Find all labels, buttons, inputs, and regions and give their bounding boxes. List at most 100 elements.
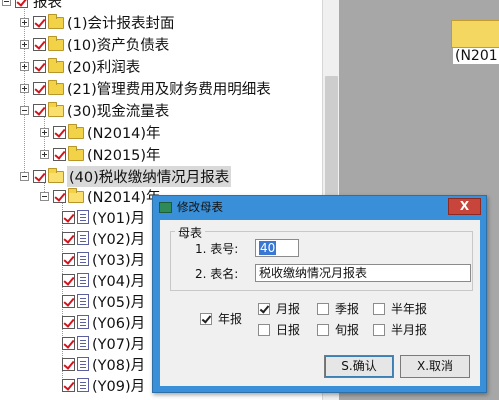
tree-item-label: (Y04)月: [92, 273, 146, 290]
checkbox-checked-icon[interactable]: [62, 336, 75, 350]
tree-item-cover[interactable]: (1)会计报表封面: [20, 11, 175, 33]
tree-item-cash-flow[interactable]: (30)现金流量表: [20, 99, 169, 121]
table-name-row: 2. 表名: 税收缴纳情况月报表: [195, 264, 471, 282]
checkbox-checked-icon[interactable]: [258, 302, 270, 315]
tree-item-label: (40)税收缴纳情况月报表: [67, 165, 232, 187]
half-yearly-checkbox[interactable]: 半年报: [373, 300, 427, 317]
tree-item-month[interactable]: (Y04)月: [62, 269, 145, 291]
close-button[interactable]: X: [448, 198, 481, 215]
checkbox-checked-icon[interactable]: [62, 210, 75, 224]
checkbox-checked-icon[interactable]: [53, 147, 66, 161]
yearly-checkbox[interactable]: 年报: [200, 310, 242, 327]
tree-item-month[interactable]: (Y01)月: [62, 206, 145, 228]
expand-icon[interactable]: [20, 17, 29, 27]
folder-icon: [48, 35, 64, 51]
tree-item-month[interactable]: (Y06)月: [62, 311, 145, 333]
tree-item-month[interactable]: (Y03)月: [62, 248, 145, 270]
app-icon: [159, 201, 172, 213]
half-monthly-checkbox[interactable]: 半月报: [373, 321, 427, 338]
checkbox-checked-icon[interactable]: [33, 169, 46, 183]
tree-item-tax-monthly[interactable]: (40)税收缴纳情况月报表: [20, 165, 232, 187]
tree-item-balance-sheet[interactable]: (10)资产负债表: [20, 33, 169, 55]
folder-open-icon: [48, 101, 64, 117]
document-icon: [77, 231, 89, 245]
checkbox-unchecked-icon[interactable]: [317, 302, 329, 315]
ten-day-checkbox[interactable]: 旬报: [317, 321, 359, 338]
checkbox-checked-icon[interactable]: [33, 81, 46, 95]
document-icon: [77, 252, 89, 266]
checkbox-checked-icon[interactable]: [62, 231, 75, 245]
expand-icon[interactable]: [40, 149, 49, 159]
collapse-icon[interactable]: [2, 0, 11, 6]
folder-icon: [48, 57, 64, 73]
cancel-button[interactable]: X.取消: [400, 355, 470, 378]
tree-item-expense-detail[interactable]: (21)管理费用及财务费用明细表: [20, 77, 271, 99]
checkbox-unchecked-icon[interactable]: [373, 323, 385, 336]
checkbox-checked-icon[interactable]: [62, 378, 75, 392]
checkbox-checked-icon[interactable]: [53, 189, 66, 203]
monthly-label: 月报: [276, 302, 301, 316]
checkbox-checked-icon[interactable]: [53, 125, 66, 139]
folder-open-icon: [48, 167, 64, 183]
quarterly-label: 季报: [335, 302, 360, 316]
document-icon: [77, 315, 89, 329]
tree-item-label: (Y09)月: [92, 378, 146, 395]
document-icon: [77, 378, 89, 392]
tree-item-label: (1)会计报表封面: [67, 15, 175, 32]
expand-icon[interactable]: [20, 61, 29, 71]
tree-item-label: (N2014)年: [87, 189, 161, 206]
expand-icon[interactable]: [20, 83, 29, 93]
confirm-button[interactable]: S.确认: [324, 355, 394, 378]
collapse-icon[interactable]: [40, 191, 49, 201]
checkbox-unchecked-icon[interactable]: [373, 302, 385, 315]
tree-item-income-statement[interactable]: (20)利润表: [20, 55, 140, 77]
checkbox-checked-icon[interactable]: [33, 103, 46, 117]
tree-item-label: (Y07)月: [92, 336, 146, 353]
tree-item-label: (21)管理费用及财务费用明细表: [67, 81, 271, 98]
half-yearly-label: 半年报: [391, 302, 428, 316]
table-name-input[interactable]: 税收缴纳情况月报表: [255, 264, 471, 282]
folder-icon: [48, 13, 64, 29]
quarterly-checkbox[interactable]: 季报: [317, 300, 359, 317]
checkbox-checked-icon[interactable]: [15, 0, 28, 8]
tree-item-label: (Y08)月: [92, 357, 146, 374]
checkbox-checked-icon[interactable]: [62, 357, 75, 371]
tree-item-month[interactable]: (Y05)月: [62, 290, 145, 312]
checkbox-checked-icon[interactable]: [62, 315, 75, 329]
monthly-checkbox[interactable]: 月报: [258, 300, 300, 317]
tree-item-month[interactable]: (Y08)月: [62, 353, 145, 375]
dialog-title: 修改母表: [177, 200, 223, 214]
collapse-icon[interactable]: [20, 105, 29, 115]
tree-item-tax-2014[interactable]: (N2014)年: [40, 185, 161, 207]
checkbox-checked-icon[interactable]: [200, 312, 212, 325]
dialog-body: 母表 1. 表号: 40 2. 表名: 税收缴纳情况月报表 年报 月报 季报 半…: [160, 220, 480, 386]
table-number-input[interactable]: 40: [255, 239, 299, 257]
tree-item-month[interactable]: (Y07)月: [62, 332, 145, 354]
expand-icon[interactable]: [40, 127, 49, 137]
checkbox-checked-icon[interactable]: [62, 273, 75, 287]
tree-item-cash-flow-2014[interactable]: (N2014)年: [40, 121, 161, 143]
document-icon: [77, 357, 89, 371]
tree-item-cash-flow-2015[interactable]: (N2015)年: [40, 143, 161, 165]
checkbox-checked-icon[interactable]: [62, 294, 75, 308]
checkbox-checked-icon[interactable]: [33, 37, 46, 51]
checkbox-checked-icon[interactable]: [33, 15, 46, 29]
checkbox-checked-icon[interactable]: [62, 252, 75, 266]
folder-caption: (N201: [453, 48, 499, 64]
tree-item-month[interactable]: (Y02)月: [62, 227, 145, 249]
parent-table-group: 母表 1. 表号: 40 2. 表名: 税收缴纳情况月报表: [170, 224, 473, 291]
dialog-title-bar[interactable]: 修改母表 X: [153, 196, 486, 218]
checkbox-unchecked-icon[interactable]: [258, 323, 270, 336]
daily-checkbox[interactable]: 日报: [258, 321, 300, 338]
checkbox-checked-icon[interactable]: [33, 59, 46, 73]
table-number-label: 1. 表号:: [195, 241, 239, 256]
daily-label: 日报: [276, 323, 301, 337]
collapse-icon[interactable]: [20, 171, 29, 181]
tree-item-label: (N2015)年: [87, 147, 161, 164]
folder-icon: [68, 123, 84, 139]
folder-icon[interactable]: [451, 20, 499, 48]
tree-item-label: (Y06)月: [92, 315, 146, 332]
checkbox-unchecked-icon[interactable]: [317, 323, 329, 336]
expand-icon[interactable]: [20, 39, 29, 49]
tree-item-month[interactable]: (Y09)月: [62, 374, 145, 396]
